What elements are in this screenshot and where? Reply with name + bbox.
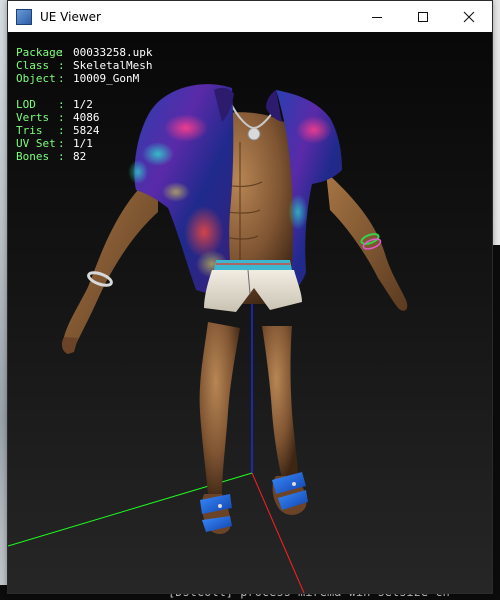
window-title: UE Viewer [40,9,101,24]
info-label: LOD [16,98,36,111]
info-label: UV Set [16,137,56,150]
info-label: Bones [16,150,50,163]
minimize-button[interactable] [354,1,400,32]
info-label: Verts [16,111,50,124]
info-value: SkeletalMesh [73,59,153,72]
info-value: 5824 [73,124,100,137]
info-row-package: Package: 00033258.upk [16,46,153,59]
maximize-button[interactable] [400,1,446,32]
3d-viewport[interactable]: Package: 00033258.upk Class: SkeletalMes… [8,32,492,593]
info-value: 00033258.upk [73,46,153,59]
info-value: 82 [73,150,87,163]
close-button[interactable] [446,1,492,32]
info-row-verts: Verts: 4086 [16,111,100,124]
info-value: 4086 [73,111,100,124]
info-label: Object [16,72,56,85]
minimize-icon [372,16,382,18]
info-row-tris: Tris: 5824 [16,124,100,137]
maximize-icon [418,11,428,22]
close-icon [463,11,475,22]
info-row-class: Class: SkeletalMesh [16,59,153,72]
info-row-lod: LOD: 1/2 [16,98,93,111]
info-label: Package [16,46,63,59]
mesh-info-overlay: Package: 00033258.upk Class: SkeletalMes… [16,46,152,163]
ue-viewer-window: UE Viewer Package: 00033258.upk Class:… [7,0,493,594]
info-value: 1/1 [73,137,93,150]
info-label: Class [16,59,50,72]
info-row-object: Object: 10009_GonM [16,72,140,85]
info-label: Tris [16,124,43,137]
info-value: 1/2 [73,98,93,111]
app-icon [16,8,32,25]
info-row-bones: Bones: 82 [16,150,87,163]
title-bar[interactable]: UE Viewer [8,1,492,32]
info-value: 10009_GonM [73,72,140,85]
info-row-uvset: UV Set: 1/1 [16,137,93,150]
